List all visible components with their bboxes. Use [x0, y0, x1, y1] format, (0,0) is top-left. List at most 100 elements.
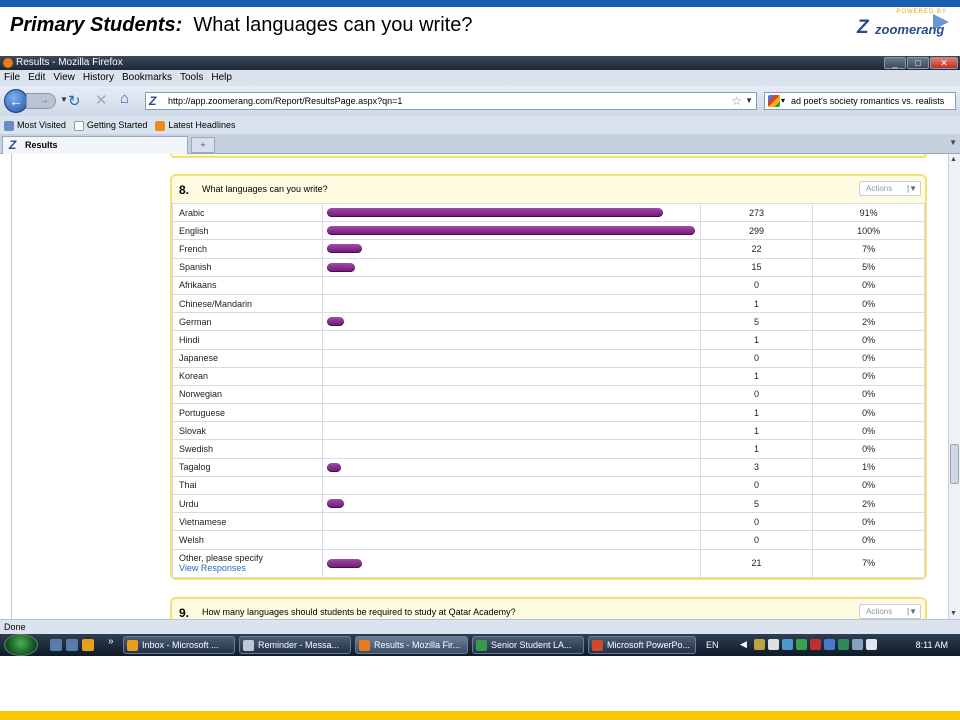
menu-view[interactable]: View: [53, 70, 75, 86]
response-count: 21: [699, 548, 814, 578]
volume-icon[interactable]: [866, 639, 877, 650]
url-bar[interactable]: Z http://app.zoomerang.com/Report/Result…: [145, 92, 757, 110]
vertical-scrollbar[interactable]: ▲ ▼: [948, 154, 960, 619]
answer-text: English: [179, 225, 209, 236]
tray-app-icon[interactable]: [810, 639, 821, 650]
scroll-down-icon[interactable]: ▼: [950, 610, 957, 617]
bookmark-getting-started[interactable]: Getting Started: [73, 116, 147, 134]
table-row: Chinese/Mandarin 1 0%: [172, 293, 925, 314]
question-8-header: 8. What languages can you write? Actions…: [172, 176, 925, 203]
menu-bookmarks[interactable]: Bookmarks: [122, 70, 172, 86]
response-count: 1: [699, 366, 814, 386]
bookmark-star-icon[interactable]: ☆: [731, 93, 742, 109]
language-indicator[interactable]: EN: [706, 634, 719, 656]
tray-app-icon[interactable]: [838, 639, 849, 650]
tab-list-dropdown-icon[interactable]: ▼: [949, 138, 957, 147]
taskbar-item[interactable]: Results - Mozilla Fir...: [355, 636, 468, 654]
reload-icon[interactable]: ↻: [68, 92, 81, 110]
search-engine-dropdown-icon[interactable]: ▾: [781, 93, 785, 109]
close-button[interactable]: ✕: [930, 57, 958, 69]
response-bar: [326, 462, 341, 472]
tray-app-icon[interactable]: [754, 639, 765, 650]
question-text: What languages can you write?: [202, 184, 328, 194]
stop-icon[interactable]: ✕: [95, 91, 108, 109]
menu-history[interactable]: History: [83, 70, 114, 86]
logo-z-icon: Z: [857, 17, 869, 38]
window-titlebar: Results - Mozilla Firefox _ □ ✕: [0, 56, 960, 70]
maximize-button[interactable]: □: [907, 57, 929, 69]
response-percent: 0%: [812, 421, 925, 441]
switch-windows-icon[interactable]: [66, 639, 78, 651]
actions-label: Actions: [866, 607, 893, 616]
response-percent: 0%: [812, 293, 925, 314]
tab-results[interactable]: Z Results: [2, 136, 188, 154]
taskbar-item-label: Results - Mozilla Fir...: [374, 640, 461, 650]
table-row: French 22 7%: [172, 239, 925, 259]
left-border-line: [11, 154, 12, 619]
taskbar-item[interactable]: Microsoft PowerPo...: [588, 636, 696, 654]
quick-launch-more-icon[interactable]: »: [108, 636, 114, 647]
tray-app-icon[interactable]: [782, 639, 793, 650]
table-row: Hindi 1 0%: [172, 330, 925, 350]
show-desktop-icon[interactable]: [50, 639, 62, 651]
response-count: 0: [699, 384, 814, 405]
answer-text: Japanese: [179, 353, 219, 364]
answer-text: Vietnamese: [179, 516, 227, 527]
tray-arrow-icon[interactable]: ◀: [740, 639, 751, 650]
table-row: Other, please specify View Responses 21 7%: [172, 548, 925, 578]
forward-arrow-icon: →: [39, 95, 49, 106]
url-dropdown-icon[interactable]: ▼: [745, 93, 753, 109]
tab-favicon-icon: Z: [9, 138, 17, 152]
answer-text: Arabic: [179, 207, 205, 218]
forward-button[interactable]: →: [26, 93, 56, 109]
new-tab-button[interactable]: +: [191, 137, 215, 153]
taskbar-item[interactable]: Senior Student LA...: [472, 636, 584, 654]
bookmark-most-visited[interactable]: Most Visited: [4, 116, 66, 134]
answer-label: Thai: [172, 475, 323, 496]
question-9-header: 9. How many languages should students be…: [172, 599, 925, 619]
home-icon[interactable]: ⌂: [120, 90, 129, 107]
back-button[interactable]: ←: [4, 89, 28, 113]
taskbar-item[interactable]: Reminder - Messa...: [239, 636, 351, 654]
actions-dropdown[interactable]: Actions |▼: [859, 604, 921, 619]
tray-app-icon[interactable]: [852, 639, 863, 650]
tray-app-icon[interactable]: [796, 639, 807, 650]
tray-app-icon[interactable]: [824, 639, 835, 650]
menu-help[interactable]: Help: [211, 70, 232, 86]
answer-text: Other, please specify: [179, 553, 264, 564]
taskbar-item[interactable]: Inbox - Microsoft ...: [123, 636, 235, 654]
response-percent: 0%: [812, 384, 925, 405]
messenger-icon[interactable]: [82, 639, 94, 651]
bar-cell: [321, 257, 701, 277]
response-count: 1: [699, 421, 814, 441]
history-dropdown-icon[interactable]: ▼: [60, 95, 68, 104]
response-count: 22: [699, 239, 814, 259]
view-responses-link[interactable]: View Responses: [179, 563, 322, 573]
answer-label: Slovak: [172, 421, 323, 441]
bookmark-latest-headlines[interactable]: Latest Headlines: [155, 116, 235, 134]
google-icon: [768, 95, 780, 107]
response-count: 273: [699, 202, 814, 223]
slide-title-rest: What languages can you write?: [193, 14, 473, 36]
firefox-icon: [3, 58, 13, 68]
back-arrow-icon: ←: [9, 93, 23, 109]
response-count: 0: [699, 530, 814, 550]
search-box[interactable]: ▾ ad poet's society romantics vs. realis…: [764, 92, 956, 110]
start-button[interactable]: [4, 634, 38, 656]
menu-file[interactable]: File: [4, 70, 20, 86]
scroll-up-icon[interactable]: ▲: [950, 156, 957, 163]
scrollbar-thumb[interactable]: [950, 444, 959, 484]
taskbar-item-label: Senior Student LA...: [491, 640, 572, 650]
clock[interactable]: 8:11 AM: [916, 634, 948, 656]
response-bar: [326, 226, 695, 236]
table-row: Vietnamese 0 0%: [172, 512, 925, 532]
menu-tools[interactable]: Tools: [180, 70, 203, 86]
response-count: 0: [699, 275, 814, 295]
actions-dropdown[interactable]: Actions |▼: [859, 181, 921, 196]
minimize-button[interactable]: _: [884, 57, 906, 69]
url-text: http://app.zoomerang.com/Report/ResultsP…: [168, 96, 403, 106]
status-bar: Done: [0, 619, 960, 634]
answer-label: Spanish: [172, 257, 323, 277]
menu-edit[interactable]: Edit: [28, 70, 45, 86]
tray-app-icon[interactable]: [768, 639, 779, 650]
